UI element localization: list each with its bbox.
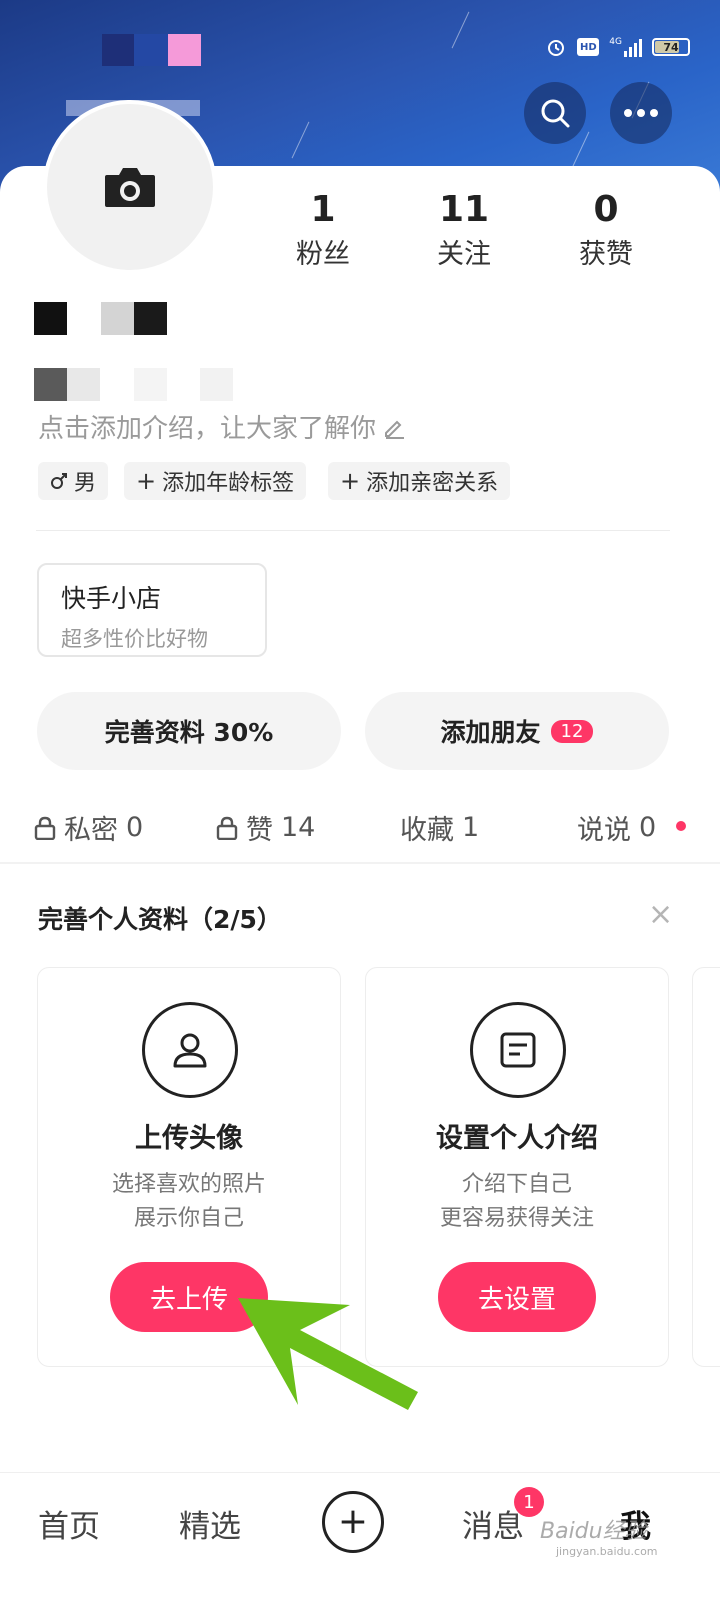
blurred-id-pixel [134,368,167,401]
stat-likes[interactable]: 0 获赞 [546,190,666,271]
battery-icon: 74 [652,38,690,56]
person-icon [142,1002,238,1098]
nav-home[interactable]: 首页 [38,1501,100,1546]
tab-count: 1 [462,812,480,843]
tab-label: 收藏 [400,815,454,846]
create-button[interactable]: + [322,1491,384,1553]
avatar[interactable] [43,100,217,274]
friends-badge: 12 [550,719,594,743]
button-label: 添加朋友 [440,718,541,747]
tab-label: 说说 [577,815,631,846]
notification-dot [676,821,686,831]
tab-count: 0 [639,812,657,843]
task-card-avatar[interactable]: 上传头像 选择喜欢的照片 展示你自己 去上传 [37,967,341,1367]
tab-posts[interactable]: 说说 0 [577,808,656,847]
camera-icon [105,168,155,207]
watermark-url: jingyan.baidu.com [556,1545,658,1558]
search-icon [541,99,570,128]
section-divider [0,862,720,864]
profile-card [0,166,720,1600]
blurred-username-pixel [134,34,168,66]
divider [36,530,670,531]
hd-icon: HD [577,38,600,56]
stat-following[interactable]: 11 关注 [404,190,524,271]
tab-label: 赞 [246,815,273,846]
task-card-next[interactable] [692,967,720,1367]
upload-avatar-button[interactable]: 去上传 [110,1262,268,1332]
stat-label: 关注 [437,239,491,270]
stat-followers[interactable]: 1 粉丝 [263,190,383,271]
signal-icon: 4G [609,37,642,57]
stat-label: 获赞 [579,239,633,270]
edit-icon [385,420,405,439]
task-title: 设置个人介绍 [436,1123,598,1154]
intro-placeholder[interactable]: 点击添加介绍，让大家了解你 [38,408,406,445]
task-desc: 介绍下自己 [461,1172,572,1197]
complete-profile-button[interactable]: 完善资料 30% [37,692,341,770]
tag-label: 男 [74,471,97,496]
more-button[interactable] [610,82,672,144]
lock-icon [216,816,238,840]
more-icon [624,109,658,117]
stat-value: 0 [593,189,619,230]
tab-count: 0 [126,812,144,843]
plus-icon: + [136,467,157,495]
stat-value: 1 [310,189,336,230]
shop-card[interactable]: 快手小店 超多性价比好物 [37,563,267,657]
blurred-username-pixel [102,34,134,66]
stat-value: 11 [438,189,490,230]
add-relation-tag[interactable]: + 添加亲密关系 [328,462,511,500]
shop-subtitle: 超多性价比好物 [61,627,208,651]
close-icon[interactable]: × [648,900,673,930]
note-icon [470,1002,566,1098]
search-button[interactable] [524,82,586,144]
tab-private[interactable]: 私密 0 [34,808,143,847]
task-desc: 展示你自己 [133,1206,244,1231]
tasks-title: 完善个人资料（2/5） [38,905,282,934]
task-desc: 更容易获得关注 [439,1206,594,1231]
tab-count: 14 [281,812,316,843]
lock-icon [34,816,56,840]
tag-label: 添加年龄标签 [162,471,295,496]
add-age-tag[interactable]: + 添加年龄标签 [124,462,307,500]
blurred-id-pixel [34,368,67,401]
watermark-logo: Baidu经验 [540,1519,647,1544]
blurred-id-pixel [200,368,233,401]
shop-title: 快手小店 [61,584,162,613]
bottom-nav: 首页 精选 + 消息 1 我 Baidu经验 jingyan.baidu.com [0,1472,720,1600]
task-title: 上传头像 [135,1123,243,1154]
status-bar: HD 4G 74 [545,34,690,60]
task-desc: 选择喜欢的照片 [111,1172,266,1197]
blurred-username-pixel [168,34,201,66]
set-intro-button[interactable]: 去设置 [438,1262,596,1332]
tab-label: 私密 [64,815,118,846]
blurred-name-pixel [101,302,134,335]
stat-label: 粉丝 [296,239,350,270]
blurred-id-pixel [67,368,100,401]
button-label: 完善资料 30% [104,718,274,747]
add-friends-button[interactable]: 添加朋友 12 [365,692,669,770]
tab-liked[interactable]: 赞 14 [216,808,315,847]
plus-icon: + [340,467,361,495]
tab-favorites[interactable]: 收藏 1 [400,808,479,847]
nav-featured[interactable]: 精选 [179,1501,241,1546]
intro-text: 点击添加介绍，让大家了解你 [38,414,377,444]
male-icon [51,473,67,489]
blurred-name-pixel [134,302,167,335]
alarm-icon [545,36,567,58]
tag-label: 添加亲密关系 [366,471,499,496]
task-card-intro[interactable]: 设置个人介绍 介绍下自己 更容易获得关注 去设置 [365,967,669,1367]
gender-tag[interactable]: 男 [38,462,109,500]
blurred-name-pixel [34,302,67,335]
